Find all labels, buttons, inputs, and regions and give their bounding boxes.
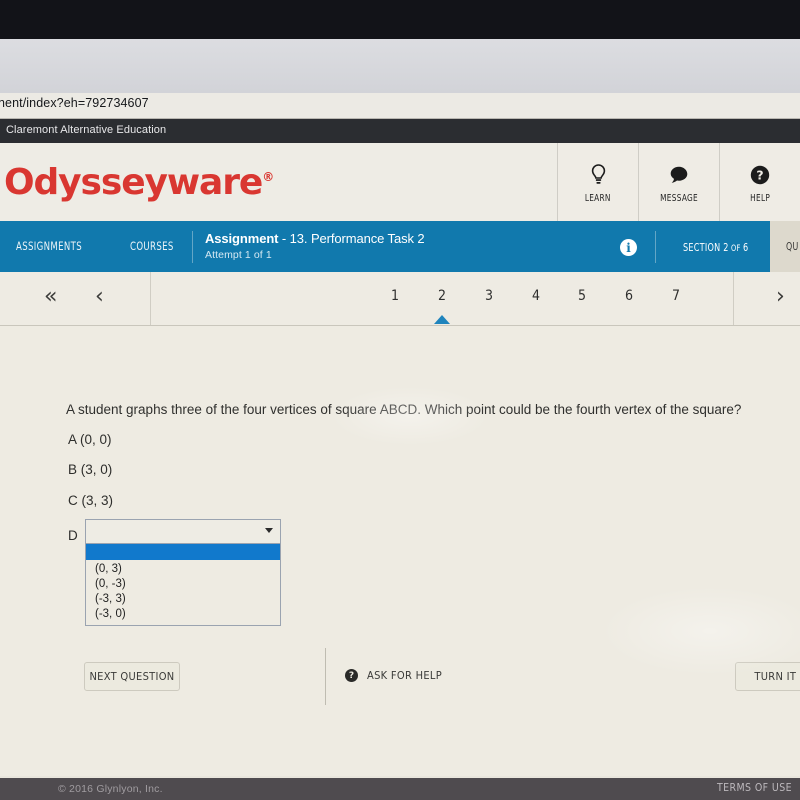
help-button[interactable]: ? HELP	[719, 143, 800, 221]
choice-a: A (0, 0)	[68, 432, 112, 447]
question-pager: « ‹ › 1 2 3 4 5 6 7	[0, 272, 800, 326]
pager-first-button[interactable]: «	[44, 286, 57, 308]
message-button[interactable]: MESSAGE	[638, 143, 719, 221]
pager-page-6[interactable]: 6	[618, 288, 640, 304]
pager-page-2[interactable]: 2	[431, 288, 453, 304]
choice-d-label: D	[68, 528, 78, 543]
question-prompt: A student graphs three of the four verti…	[66, 402, 742, 417]
nav-right-cut-label: QU	[786, 240, 799, 253]
brand-registered-mark: ®	[262, 170, 275, 184]
assignment-attempt: Attempt 1 of 1	[205, 249, 272, 261]
brand-text: Odysseyware	[4, 162, 263, 203]
pager-page-5[interactable]: 5	[571, 288, 593, 304]
assignment-title-line: Assignment - 13. Performance Task 2	[205, 231, 425, 246]
dropdown-option-1[interactable]: (0, 3)	[86, 562, 280, 577]
browser-tab-title: Claremont Alternative Education	[6, 124, 167, 136]
chevron-down-icon	[265, 528, 273, 533]
nav-divider-right	[655, 231, 656, 263]
svg-text:?: ?	[756, 167, 763, 182]
pager-divider-right	[733, 272, 734, 325]
section-indicator: SECTION 2 OF 6	[683, 241, 748, 254]
info-icon[interactable]: i	[620, 239, 637, 256]
browser-tab-strip[interactable]: Claremont Alternative Education	[0, 119, 800, 143]
next-question-button[interactable]: NEXT QUESTION	[84, 662, 180, 691]
dropdown-option-2[interactable]: (0, -3)	[86, 577, 280, 592]
nav-courses[interactable]: COURSES	[130, 239, 174, 253]
lightbulb-icon	[590, 161, 607, 189]
screen-bezel-top	[0, 0, 800, 39]
turn-it-in-button[interactable]: TURN IT IN	[735, 662, 800, 691]
answer-dropdown-list[interactable]: (0, 3) (0, -3) (-3, 3) (-3, 0)	[85, 544, 281, 626]
learn-button[interactable]: LEARN	[557, 143, 638, 221]
terms-of-use-link[interactable]: TERMS OF USE	[717, 782, 792, 794]
app-header: Odysseyware® LEARN MESSAGE ? HELP	[0, 143, 800, 221]
ask-for-help-button[interactable]: ? ASK FOR HELP	[345, 669, 442, 682]
choice-b: B (3, 0)	[68, 462, 113, 477]
ask-for-help-label: ASK FOR HELP	[367, 669, 442, 682]
pager-next-button[interactable]: ›	[776, 286, 785, 308]
screenshot-root: nent/index?eh=792734607 Claremont Altern…	[0, 0, 800, 800]
nav-assignments[interactable]: ASSIGNMENTS	[16, 239, 82, 253]
browser-chrome	[0, 39, 800, 94]
dropdown-option-blank[interactable]	[86, 544, 280, 560]
message-label: MESSAGE	[660, 192, 698, 204]
header-actions: LEARN MESSAGE ? HELP	[557, 143, 800, 221]
question-mark-icon: ?	[345, 669, 358, 682]
section-indicator-of: OF	[728, 244, 743, 254]
pager-page-1[interactable]: 1	[384, 288, 406, 304]
page-footer: © 2016 Glynlyon, Inc. TERMS OF USE	[0, 778, 800, 800]
section-indicator-main: SECTION 2	[683, 241, 729, 254]
message-bubble-icon	[668, 161, 690, 189]
question-circle-icon: ?	[749, 161, 771, 189]
pager-divider-left	[150, 272, 151, 325]
question-content: A student graphs three of the four verti…	[0, 326, 800, 776]
pager-prev-button[interactable]: ‹	[95, 286, 104, 308]
help-label: HELP	[750, 192, 770, 204]
assignment-title-rest: - 13. Performance Task 2	[278, 231, 425, 246]
copyright-text: © 2016 Glynlyon, Inc.	[58, 783, 163, 795]
assignment-nav-bar: ASSIGNMENTS COURSES Assignment - 13. Per…	[0, 221, 770, 272]
dropdown-option-4[interactable]: (-3, 0)	[86, 607, 280, 622]
odysseyware-logo[interactable]: Odysseyware®	[4, 162, 274, 203]
assignment-info: Assignment - 13. Performance Task 2 Atte…	[205, 231, 425, 261]
pager-page-7[interactable]: 7	[665, 288, 687, 304]
browser-url-bar[interactable]: nent/index?eh=792734607	[0, 93, 800, 119]
answer-select[interactable]	[85, 519, 281, 544]
assignment-title-bold: Assignment	[205, 231, 279, 246]
url-text: nent/index?eh=792734607	[0, 96, 149, 110]
choice-c: C (3, 3)	[68, 493, 114, 508]
section-indicator-total: 6	[742, 241, 749, 254]
pager-page-4[interactable]: 4	[525, 288, 547, 304]
nav-divider-left	[192, 231, 193, 263]
dropdown-option-3[interactable]: (-3, 3)	[86, 592, 280, 607]
pager-active-caret	[434, 315, 450, 324]
learn-label: LEARN	[585, 192, 611, 204]
pager-page-3[interactable]: 3	[478, 288, 500, 304]
action-row-divider	[325, 648, 326, 705]
